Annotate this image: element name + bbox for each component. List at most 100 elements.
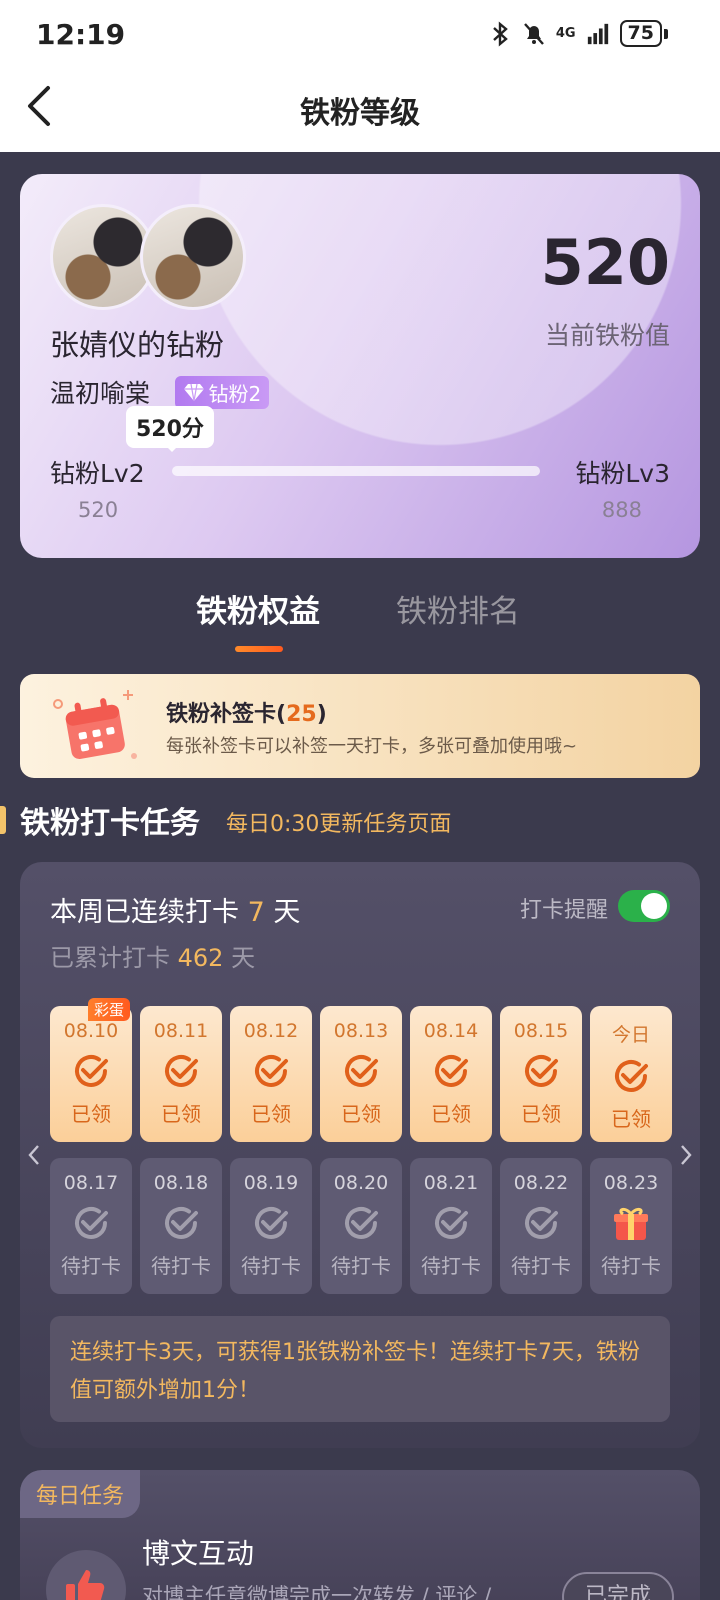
diamond-icon (183, 383, 204, 402)
checkin-day[interactable]: 08.21 待打卡 (410, 1158, 492, 1294)
checkin-day-status: 待打卡 (421, 1254, 481, 1278)
checkin-day[interactable]: 08.17 待打卡 (50, 1158, 132, 1294)
checkin-day-status: 已领 (341, 1102, 381, 1126)
resign-card-title: 铁粉补签卡(25) (166, 702, 327, 727)
checkin-day-date: 08.21 (423, 1172, 479, 1194)
status-time: 12:19 (36, 18, 126, 51)
task-description: 对博主任意微博完成一次转发 / 评论 / (142, 1584, 492, 1600)
checkin-day-date: 08.11 (153, 1020, 209, 1042)
check-circle-icon (165, 1055, 198, 1087)
battery-icon: 75 (619, 20, 662, 47)
checkin-day-date: 08.18 (153, 1172, 209, 1194)
checkin-day-date: 08.12 (243, 1020, 299, 1042)
weekly-streak: 本周已连续打卡 7 天 (50, 890, 300, 929)
checkin-day[interactable]: 08.18 待打卡 (140, 1158, 222, 1294)
checkin-reward-tip: 连续打卡3天，可获得1张铁粉补签卡！连续打卡7天，铁粉值可额外增加1分！ (50, 1316, 670, 1422)
current-level-label: 钻粉Lv2 (50, 459, 145, 488)
checkin-day-status: 已领 (431, 1102, 471, 1126)
resign-card-count: 25 (286, 702, 317, 727)
page-title: 铁粉等级 (300, 96, 420, 131)
check-circle-icon (165, 1207, 198, 1239)
signal-icon (587, 23, 608, 44)
checkin-day[interactable]: 08.23 待打卡 (590, 1158, 672, 1294)
fan-group-title: 张婧仪的钻粉 (50, 328, 225, 362)
level-progress-bar (172, 466, 540, 476)
checkin-day[interactable]: 08.12 已领 (230, 1006, 312, 1142)
network-type: 4G (555, 26, 576, 41)
checkin-section-title: 铁粉打卡任务 (20, 806, 200, 841)
checkin-section-subtitle: 每日0:30更新任务页面 (226, 812, 452, 837)
checkin-day-date: 08.15 (513, 1020, 569, 1042)
status-bar: 12:19 4G 75 (0, 0, 720, 68)
next-level-label: 钻粉Lv3 (575, 459, 670, 488)
check-circle-icon (345, 1207, 378, 1239)
checkin-day-status: 待打卡 (331, 1254, 391, 1278)
toggle-knob (641, 893, 667, 919)
tab-fan-ranking[interactable]: 铁粉排名 (396, 586, 520, 631)
checkin-calendar: 彩蛋 08.10 已领 08.11 已领 08.12 已领 08.13 已领 08.14 已领 08.… (50, 998, 672, 1294)
user-avatar[interactable] (140, 204, 246, 310)
gift-icon (614, 1207, 648, 1240)
easter-egg-badge: 彩蛋 (88, 998, 131, 1021)
checkin-day-status: 已领 (521, 1102, 561, 1126)
check-circle-icon (345, 1055, 378, 1087)
fan-score-label: 当前铁粉值 (544, 321, 670, 350)
resign-card-banner[interactable]: 铁粉补签卡(25) 每张补签卡可以补签一天打卡，多张可叠加使用哦~ (20, 674, 700, 778)
task-icon-circle (46, 1550, 126, 1600)
score-tooltip: 520分 (126, 406, 214, 448)
total-prefix: 已累计打卡 (50, 944, 170, 972)
reminder-label: 打卡提醒 (519, 898, 608, 923)
check-circle-icon (525, 1055, 558, 1087)
bluetooth-icon (493, 20, 508, 47)
check-circle-icon (75, 1207, 108, 1239)
checkin-day-date: 08.17 (63, 1172, 119, 1194)
task-title: 博文互动 (142, 1537, 255, 1570)
checkin-day-date: 08.13 (333, 1020, 389, 1042)
battery-tip (664, 28, 668, 39)
streak-prefix: 本周已连续打卡 (50, 897, 239, 928)
fan-level-badge: 钻粉2 (174, 375, 270, 409)
checkin-panel: 本周已连续打卡 7 天 已累计打卡 462 天 打卡提醒 彩蛋 08.10 已领 08… (20, 862, 700, 1448)
total-suffix: 天 (231, 944, 256, 972)
badge-label: 钻粉2 (208, 381, 262, 406)
checkin-day-status: 待打卡 (511, 1254, 571, 1278)
streak-days: 7 (247, 897, 265, 928)
task-complete-button[interactable]: 已完成 (562, 1572, 674, 1600)
fan-score-value: 520 (540, 226, 670, 299)
total-days: 462 (177, 944, 224, 972)
checkin-day[interactable]: 08.19 待打卡 (230, 1158, 312, 1294)
reminder-toggle[interactable] (618, 890, 670, 922)
checkin-day-status: 已领 (161, 1102, 201, 1126)
checkin-day[interactable]: 08.22 待打卡 (500, 1158, 582, 1294)
checkin-day-date: 08.23 (603, 1172, 659, 1194)
chevron-right-icon[interactable] (678, 1142, 694, 1168)
checkin-day-status: 待打卡 (61, 1254, 121, 1278)
resign-card-description: 每张补签卡可以补签一天打卡，多张可叠加使用哦~ (166, 736, 578, 757)
checkin-day[interactable]: 08.14 已领 (410, 1006, 492, 1142)
checkin-day[interactable]: 今日 已领 (590, 1006, 672, 1142)
tab-fan-benefits[interactable]: 铁粉权益 (196, 586, 320, 631)
checkin-day[interactable]: 彩蛋 08.10 已领 (50, 998, 132, 1142)
checkin-day[interactable]: 08.20 待打卡 (320, 1158, 402, 1294)
checkin-day[interactable]: 08.15 已领 (500, 1006, 582, 1142)
checkin-day-status: 已领 (611, 1107, 651, 1131)
checkin-day-date: 08.20 (333, 1172, 389, 1194)
checkin-day-status: 待打卡 (601, 1254, 661, 1278)
daily-tasks-tag: 每日任务 (20, 1470, 141, 1518)
resign-card-title-text: 铁粉补签卡 (166, 702, 277, 727)
check-circle-icon (75, 1055, 108, 1087)
check-circle-icon (615, 1060, 648, 1092)
checkin-day-date: 今日 (611, 1024, 650, 1046)
current-level-min: 520 (78, 498, 119, 522)
checkin-day[interactable]: 08.13 已领 (320, 1006, 402, 1142)
next-level-min: 888 (601, 498, 642, 522)
chevron-left-icon[interactable] (26, 1142, 42, 1168)
bell-muted-icon (523, 22, 544, 45)
checkin-day-date: 08.19 (243, 1172, 299, 1194)
user-row: 温初喻棠_ 钻粉2 (50, 374, 270, 410)
checkin-day-status: 待打卡 (241, 1254, 301, 1278)
check-circle-icon (255, 1207, 288, 1239)
check-circle-icon (255, 1055, 288, 1087)
checkin-day-date: 08.22 (513, 1172, 569, 1194)
checkin-day[interactable]: 08.11 已领 (140, 1006, 222, 1142)
